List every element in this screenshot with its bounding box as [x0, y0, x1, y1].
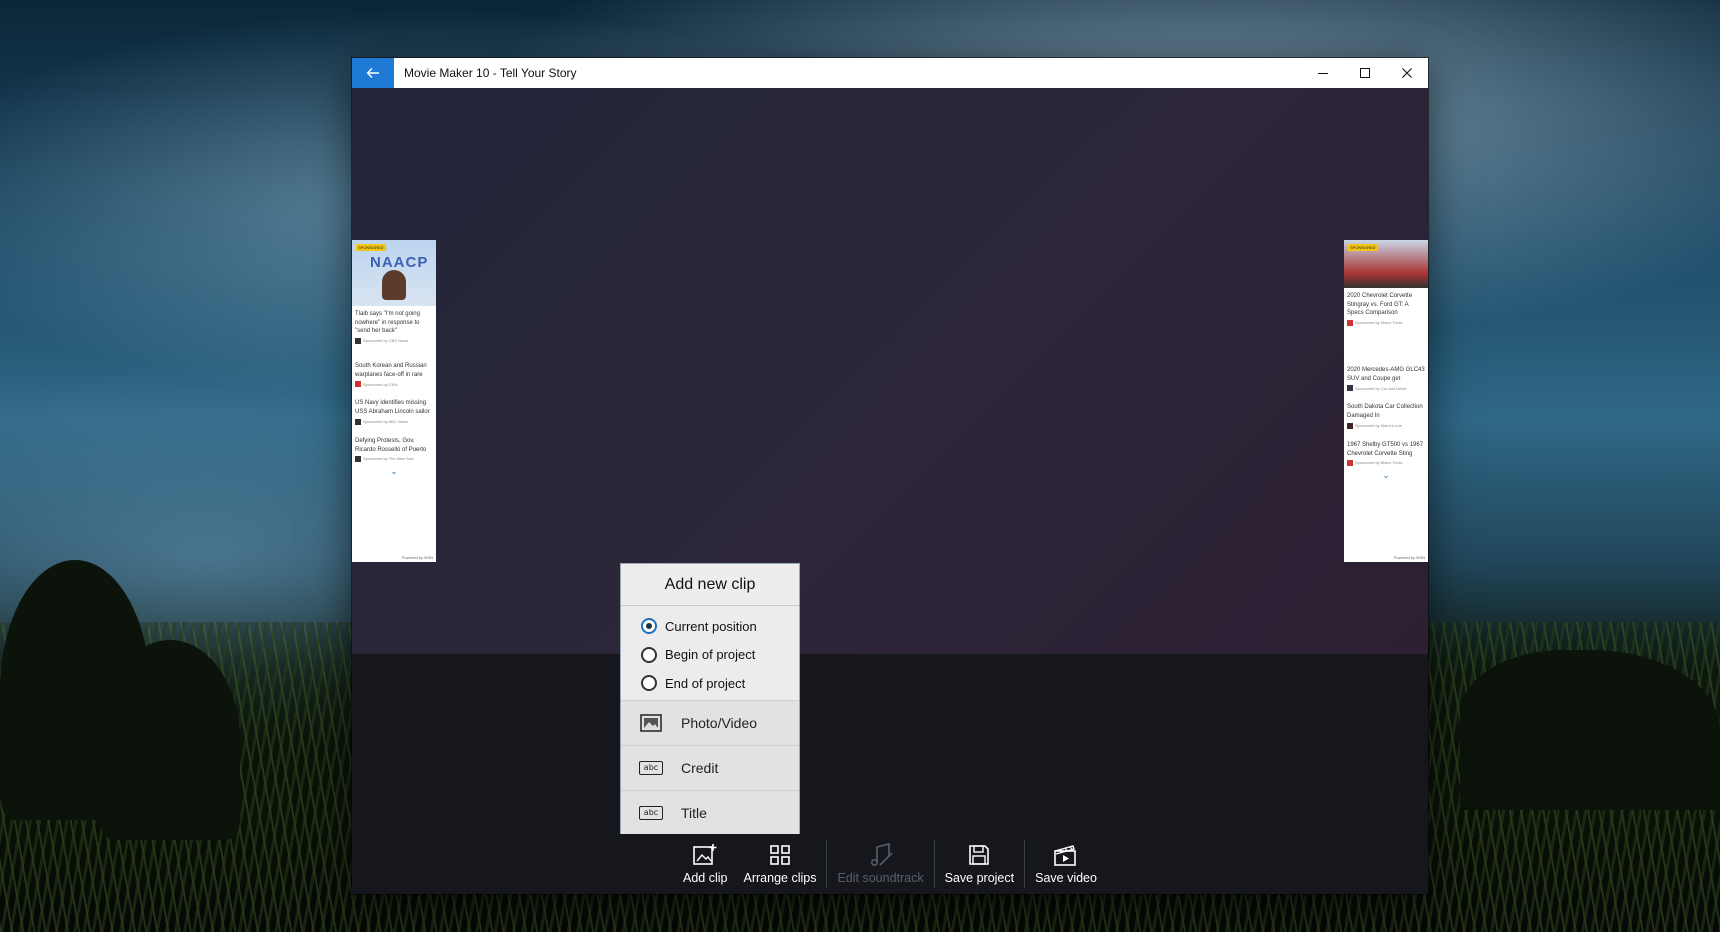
radio-current-position[interactable]: Current position [621, 612, 799, 641]
radio-label: End of project [665, 675, 746, 691]
toolbar-separator [826, 840, 828, 888]
source-logo-icon [355, 456, 361, 463]
ad-headline: South Korean and Russian warplanes face-… [355, 363, 427, 378]
ad-headline: Defying Protests, Gov. Ricardo Rosselló … [355, 437, 427, 453]
ad-item[interactable]: 2020 Mercedes-AMG GLC43 SUV and Coupe ge… [1344, 362, 1428, 392]
ad-item[interactable]: 1967 Shelby GT500 vs 1967 Chevrolet Corv… [1344, 437, 1428, 467]
bottom-toolbar: Add clip Arrange clips Edit soundtrack S… [352, 834, 1428, 894]
ad-item[interactable]: Defying Protests, Gov. Ricardo Rosselló … [352, 433, 436, 463]
radio-icon[interactable] [641, 646, 657, 663]
ad-footer: Powered by MSN [401, 555, 433, 560]
ad-portrait [382, 270, 406, 300]
radio-end-of-project[interactable]: End of project [621, 669, 799, 698]
ad-source: Sponsored by CNN [355, 381, 433, 388]
minimize-icon [1318, 73, 1328, 74]
ad-logo-text: NAACP [370, 254, 429, 271]
ad-panel-left[interactable]: SPONSORED NAACP Tlaib says "I'm not goin… [352, 240, 436, 562]
toolbar-separator [1024, 840, 1026, 888]
add-clip-button[interactable]: Add clip [675, 834, 735, 894]
minimize-button[interactable] [1302, 58, 1344, 88]
radio-label: Begin of project [665, 647, 756, 663]
source-logo-icon [355, 418, 361, 425]
ad-headline: South Dakota Car Collection Damaged In [1347, 404, 1423, 420]
action-label: Photo/Video [681, 714, 758, 731]
ad-headline: Tlaib says "I'm not going nowhere" in re… [355, 311, 420, 335]
flyout-title: Add new clip [621, 564, 799, 606]
app-window: Movie Maker 10 - Tell Your Story SPONSOR… [352, 58, 1428, 894]
wallpaper-tree [1460, 650, 1720, 810]
radio-label: Current position [665, 618, 757, 634]
close-button[interactable] [1386, 58, 1428, 88]
ad-source: Sponsored by Motor Trend [1347, 320, 1425, 327]
radio-selected-icon[interactable] [641, 618, 657, 635]
ad-headline: 2020 Mercedes-AMG GLC43 SUV and Coupe ge… [1347, 367, 1425, 382]
ad-image[interactable]: SPONSORED NAACP [352, 240, 436, 306]
arrange-clips-button[interactable]: Arrange clips [736, 834, 825, 894]
ad-item[interactable]: South Korean and Russian warplanes face-… [352, 358, 436, 388]
tool-label: Save video [1035, 871, 1097, 885]
ad-source: Sponsored by ABC News [355, 418, 433, 425]
tool-label: Edit soundtrack [837, 871, 924, 885]
edit-soundtrack-button[interactable]: Edit soundtrack [829, 834, 931, 894]
add-credit-button[interactable]: abc Credit [621, 744, 799, 790]
save-icon [969, 845, 990, 865]
source-logo-icon [1347, 320, 1353, 327]
action-label: Credit [681, 759, 719, 776]
wallpaper-tree [100, 640, 240, 840]
close-icon [1402, 68, 1412, 78]
abc-icon: abc [635, 805, 667, 820]
ad-panel-right[interactable]: SPONSORED 2020 Chevrolet Corvette Stingr… [1344, 240, 1428, 562]
source-logo-icon [1347, 385, 1353, 392]
save-video-button[interactable]: Save video [1027, 834, 1105, 894]
ad-item[interactable]: Tlaib says "I'm not going nowhere" in re… [352, 306, 436, 345]
ad-sponsored-badge: SPONSORED [1348, 244, 1378, 251]
position-radio-group: Current position Begin of project End of… [621, 606, 799, 700]
photo-icon [635, 713, 667, 732]
source-logo-icon [355, 381, 361, 388]
chevron-down-icon[interactable]: ⌄ [352, 466, 436, 477]
ad-headline: 1967 Shelby GT500 vs 1967 Chevrolet Corv… [1347, 441, 1424, 457]
ad-source: Sponsored by Car and Driver [1347, 385, 1425, 392]
maximize-button[interactable] [1344, 58, 1386, 88]
ad-source: Sponsored by CBS News [355, 338, 433, 345]
tool-label: Add clip [683, 871, 728, 885]
source-logo-icon [355, 338, 361, 345]
radio-icon[interactable] [641, 675, 657, 692]
add-clip-icon [693, 844, 717, 865]
ad-sponsored-badge: SPONSORED [356, 244, 386, 251]
ad-headline: 2020 Chevrolet Corvette Stingray vs. For… [1347, 293, 1413, 317]
abc-icon: abc [635, 760, 667, 775]
ad-source: Sponsored by Motor1.com [1347, 422, 1425, 429]
clapperboard-icon [1054, 845, 1076, 866]
back-arrow-icon [366, 68, 379, 78]
radio-begin-of-project[interactable]: Begin of project [621, 641, 799, 670]
grid-icon [770, 845, 790, 865]
ad-item[interactable]: South Dakota Car Collection Damaged In S… [1344, 399, 1428, 429]
tool-label: Arrange clips [743, 871, 817, 885]
ad-source: Sponsored by Motor Trend [1347, 460, 1425, 467]
maximize-icon [1360, 68, 1370, 78]
chevron-down-icon[interactable]: ⌄ [1344, 470, 1428, 481]
ad-image[interactable]: SPONSORED [1344, 240, 1428, 288]
back-button[interactable] [352, 58, 394, 88]
add-title-button[interactable]: abc Title [621, 789, 799, 835]
window-title: Movie Maker 10 - Tell Your Story [404, 66, 577, 80]
ad-headline: US Navy identifies missing USS Abraham L… [355, 400, 430, 416]
add-new-clip-flyout: Add new clip Current position Begin of p… [620, 563, 800, 837]
ad-item[interactable]: 2020 Chevrolet Corvette Stingray vs. For… [1344, 288, 1428, 327]
tool-label: Save project [944, 871, 1015, 885]
music-note-icon [870, 843, 893, 866]
ad-source: Sponsored by The New York [355, 456, 433, 463]
source-logo-icon [1347, 460, 1353, 467]
ad-footer: Powered by MSN [1393, 555, 1425, 560]
toolbar-separator [933, 840, 935, 888]
video-preview-area: SPONSORED NAACP Tlaib says "I'm not goin… [352, 88, 1428, 654]
action-label: Title [681, 804, 707, 821]
source-logo-icon [1347, 422, 1353, 429]
save-project-button[interactable]: Save project [937, 834, 1022, 894]
title-bar: Movie Maker 10 - Tell Your Story [352, 58, 1428, 88]
ad-item[interactable]: US Navy identifies missing USS Abraham L… [352, 395, 436, 425]
add-photo-video-button[interactable]: Photo/Video [621, 699, 799, 745]
